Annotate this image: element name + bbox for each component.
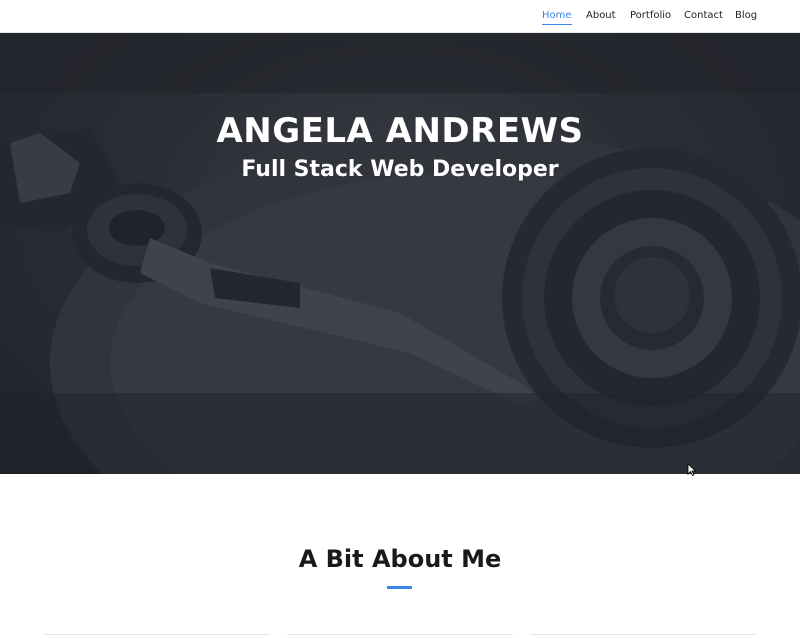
nav-item-portfolio[interactable]: Portfolio (630, 9, 671, 22)
about-card-1 (44, 634, 270, 638)
hero-overlay (0, 33, 800, 474)
mouse-cursor-icon (687, 463, 697, 477)
nav-item-blog[interactable]: Blog (735, 9, 757, 22)
about-card-3 (530, 634, 756, 638)
hero-title: ANGELA ANDREWS (216, 111, 584, 151)
nav-item-about[interactable]: About (586, 9, 616, 22)
hero-subtitle: Full Stack Web Developer (241, 157, 559, 182)
nav-item-home[interactable]: Home (542, 9, 572, 25)
about-section-heading: A Bit About Me (298, 545, 502, 573)
about-card-2 (287, 634, 513, 638)
hero-section: ANGELA ANDREWS Full Stack Web Developer (0, 33, 800, 474)
heading-underline-accent (387, 586, 412, 589)
nav-item-contact[interactable]: Contact (684, 9, 723, 22)
top-navbar: Home About Portfolio Contact Blog (0, 0, 800, 33)
